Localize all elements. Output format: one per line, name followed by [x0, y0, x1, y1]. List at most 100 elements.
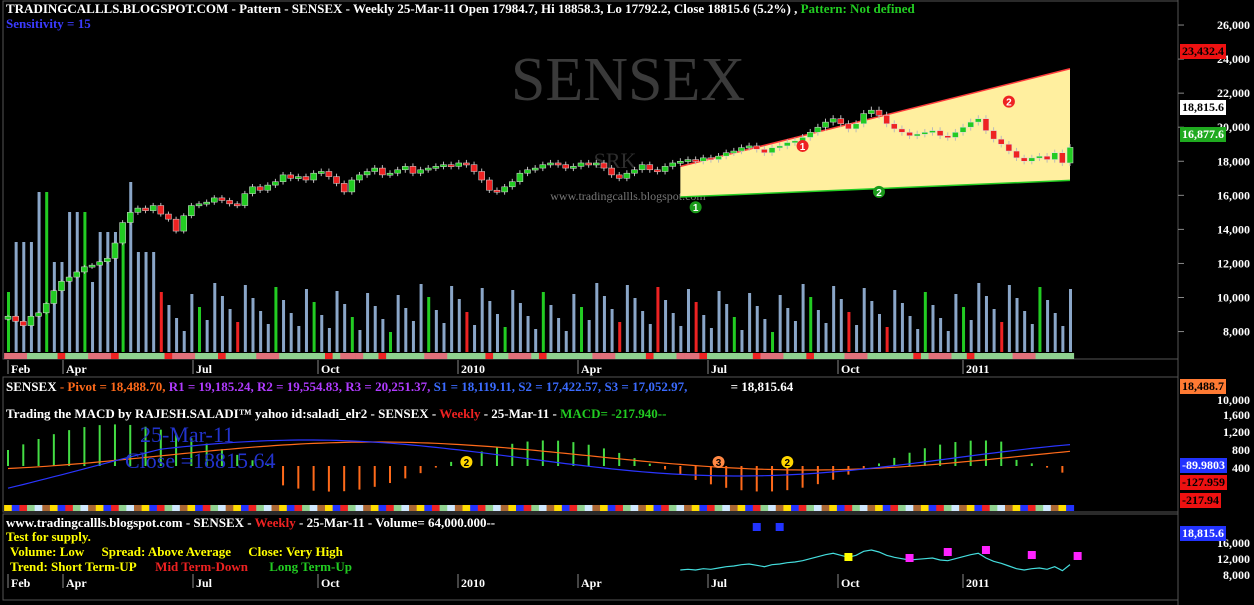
- volume-bar: [771, 332, 775, 352]
- strip2-cell: [156, 505, 165, 511]
- candle-body: [363, 171, 371, 176]
- strip2-cell: [722, 505, 731, 511]
- volume-signal-square: [1027, 551, 1036, 559]
- strip-cell: [378, 353, 387, 359]
- strip2-cell: [11, 505, 20, 511]
- spread-label: Spread: Above Average: [101, 544, 232, 559]
- strip-cell: [844, 353, 853, 359]
- candle-body: [524, 169, 531, 174]
- strip-cell: [88, 353, 97, 359]
- strip-cell: [248, 353, 257, 359]
- strip-cell: [1043, 353, 1052, 359]
- candle-body: [165, 213, 172, 220]
- candle-body: [302, 176, 310, 181]
- candle-body: [768, 147, 776, 154]
- strip2-cell: [286, 505, 295, 511]
- candle-body: [1043, 155, 1051, 160]
- strip2-cell: [500, 505, 509, 511]
- volume-bar: [816, 310, 820, 352]
- pivot-name: SENSEX: [6, 379, 57, 394]
- strip-cell: [263, 353, 272, 359]
- volume-bar: [923, 292, 927, 352]
- volume-bar: [312, 302, 316, 352]
- strip-cell: [80, 353, 89, 359]
- strip2-cell: [959, 505, 968, 511]
- macd-hist-badge: -217.94: [1180, 493, 1221, 508]
- candle-body: [822, 121, 829, 128]
- volume-bar: [518, 303, 522, 352]
- strip-cell: [118, 353, 127, 359]
- strip-cell: [699, 353, 708, 359]
- candle-body: [20, 321, 27, 326]
- candle-body: [516, 172, 524, 182]
- volume-bar: [75, 212, 79, 352]
- strip2-cell: [49, 505, 58, 511]
- strip2-cell: [210, 505, 219, 511]
- volume-bar: [14, 242, 18, 352]
- volume-bar: [1053, 313, 1057, 352]
- volume-bar: [274, 287, 278, 352]
- volume-bar: [182, 331, 186, 352]
- candle-body: [157, 205, 165, 215]
- volume-bar: [37, 192, 41, 352]
- volume-bar: [304, 289, 308, 352]
- strip-cell: [363, 353, 372, 359]
- strip-cell: [1027, 353, 1036, 359]
- pivot-value: - Pivot = 18,488.70,: [56, 379, 166, 394]
- candle-body: [501, 186, 508, 193]
- candle-body: [188, 205, 195, 217]
- candle-body: [891, 123, 898, 130]
- price-tick-label: 18,000: [1217, 154, 1250, 168]
- strip2-cell: [19, 505, 28, 511]
- strip2-cell: [363, 505, 372, 511]
- volume-bar: [427, 297, 431, 352]
- candle-body: [868, 109, 875, 114]
- strip-cell: [569, 353, 578, 359]
- volume-bar: [389, 332, 393, 352]
- candle-body: [791, 140, 799, 144]
- close-label: Close: Very High: [248, 544, 343, 559]
- candle-body: [73, 271, 81, 278]
- candle-body: [608, 167, 615, 176]
- strip-cell: [607, 353, 616, 359]
- candle-body: [654, 169, 661, 173]
- strip2-cell: [836, 505, 845, 511]
- strip-cell: [600, 353, 609, 359]
- lower-channel-badge: 16,877.6: [1180, 127, 1226, 142]
- candle-body: [211, 197, 218, 203]
- volume-bar: [1015, 298, 1019, 352]
- strip2-cell: [187, 505, 196, 511]
- candle-body: [88, 264, 96, 268]
- strip2-cell: [401, 505, 410, 511]
- strip-cell: [133, 353, 142, 359]
- month-label: Jul: [196, 362, 213, 376]
- volume-bar: [503, 327, 507, 352]
- volume-bar: [121, 232, 125, 352]
- candle-body: [554, 162, 562, 166]
- volume-bar: [557, 318, 561, 352]
- month-label-bottom: Feb: [11, 576, 31, 590]
- trend-strip-bottom: [4, 505, 1075, 511]
- volume-bar: [648, 324, 652, 352]
- pattern-marker-label: 1: [693, 203, 699, 214]
- candle-body: [42, 303, 50, 314]
- strip2-cell: [760, 505, 769, 511]
- volume-signal-square: [775, 523, 784, 531]
- volume-bar: [847, 312, 851, 352]
- strip2-cell: [141, 505, 150, 511]
- candle-body: [875, 109, 883, 116]
- candle-body: [149, 205, 157, 211]
- strip2-cell: [195, 505, 204, 511]
- upper-channel-badge: 23,432.4: [1180, 44, 1226, 59]
- volume-weekly: Weekly: [254, 515, 296, 530]
- pattern-marker-label: 2: [876, 188, 882, 199]
- volume-bar: [350, 317, 354, 352]
- strip2-cell: [638, 505, 647, 511]
- macd-date: - 25-Mar-11 -: [480, 406, 557, 421]
- strip2-cell: [324, 505, 333, 511]
- candle-body: [730, 150, 738, 154]
- candle-body: [562, 164, 569, 169]
- volume-bar: [404, 308, 408, 352]
- strip-cell: [1020, 353, 1029, 359]
- volume-bar: [939, 318, 943, 352]
